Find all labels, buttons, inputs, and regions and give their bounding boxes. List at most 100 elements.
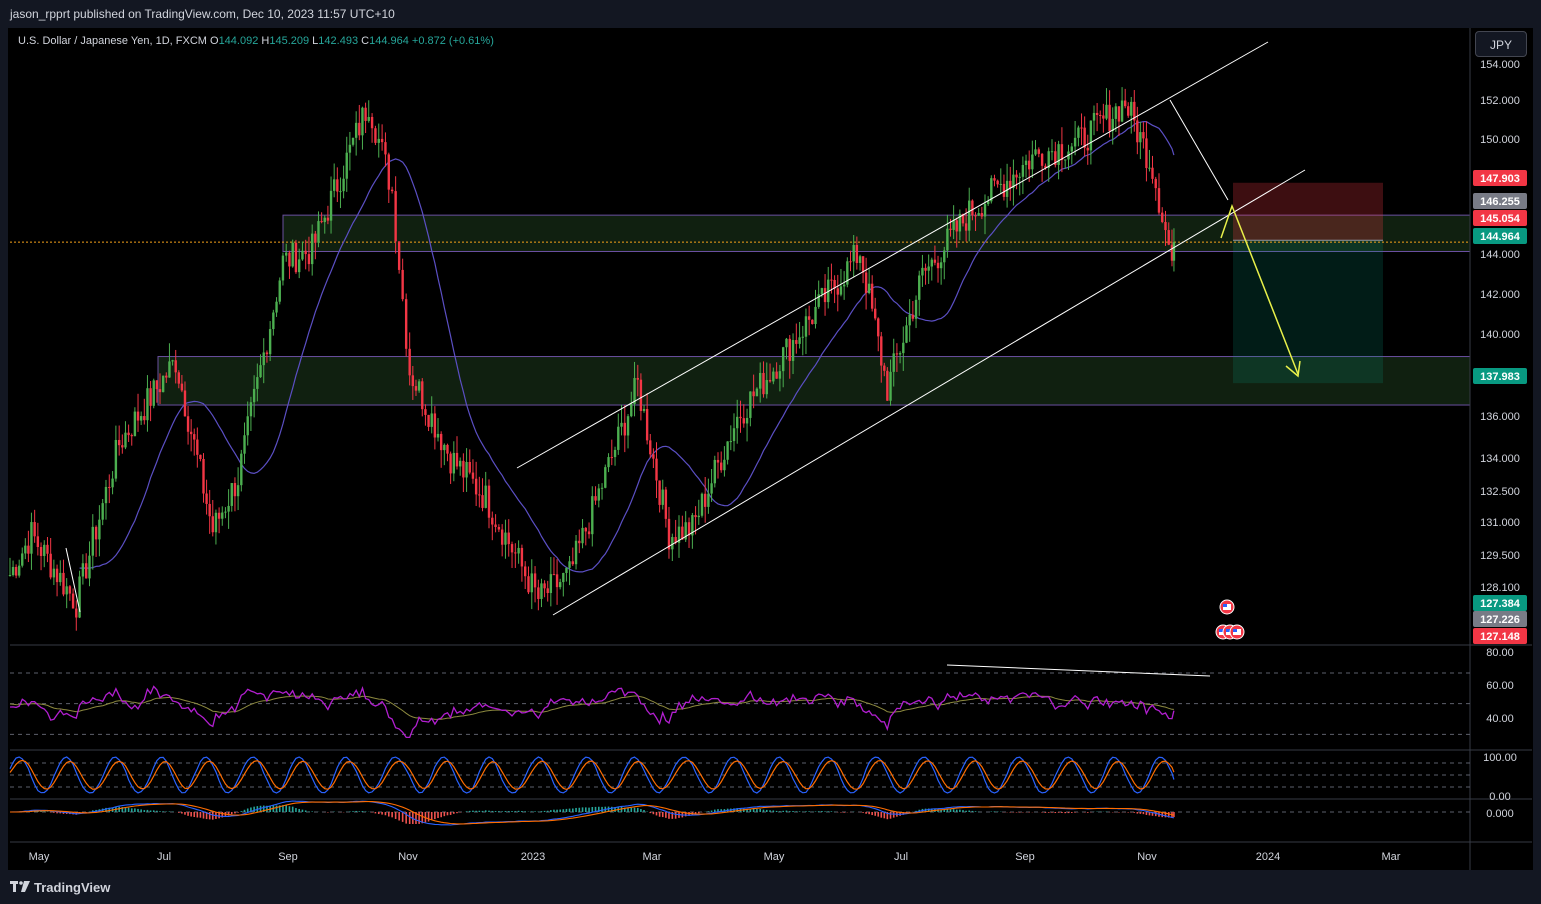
- candle-body: [404, 299, 408, 349]
- candle-body: [581, 527, 584, 544]
- price-label-text: 127.148: [1480, 631, 1520, 643]
- candle-body: [889, 371, 892, 401]
- candle-body: [143, 416, 146, 421]
- candle-body: [736, 416, 739, 429]
- candle-body: [332, 179, 336, 191]
- candle-body: [549, 574, 553, 594]
- candle-body: [152, 380, 155, 406]
- candle-body: [171, 360, 174, 362]
- candle-body: [354, 122, 358, 138]
- candle-body: [795, 340, 798, 344]
- candle-body: [804, 316, 808, 337]
- candle-body: [155, 380, 159, 390]
- candle-body: [1172, 242, 1176, 261]
- price-labels: 147.903 146.255 145.054 144.964 137.983 127.3…: [1473, 170, 1527, 644]
- candle-body: [390, 189, 394, 192]
- chart-canvas[interactable]: May Jul Sep Nov 2023 Mar May Jul Sep Nov 2024 Mar 15…: [0, 0, 1541, 904]
- candle-body: [101, 503, 104, 520]
- candle-body: [452, 452, 456, 474]
- candle-body: [265, 352, 269, 355]
- candle-body: [946, 228, 949, 251]
- x-tick-label: May: [764, 851, 785, 863]
- candle-body: [117, 439, 121, 446]
- candle-body: [98, 519, 101, 540]
- candle-body: [1161, 212, 1164, 222]
- candle-body: [600, 487, 604, 489]
- candle-body: [642, 408, 646, 411]
- candle-body: [11, 566, 15, 576]
- candle-body: [268, 329, 272, 355]
- y-tick-label: 129.500: [1480, 550, 1520, 562]
- moving-average-line: [79, 121, 1175, 573]
- candle-body: [1070, 146, 1074, 152]
- x-tick-label: Jul: [157, 851, 171, 863]
- candle-body: [604, 467, 607, 488]
- candle-body: [301, 250, 304, 260]
- y-tick-label: 154.000: [1480, 59, 1520, 71]
- candle-body: [414, 386, 418, 391]
- candle-body: [527, 576, 530, 593]
- currency-button[interactable]: JPY: [1475, 31, 1527, 57]
- candle-body: [1050, 151, 1054, 153]
- candle-body: [1031, 154, 1034, 170]
- candle-body: [196, 439, 199, 455]
- candle-body: [530, 573, 533, 593]
- candle-body: [370, 116, 374, 129]
- candle-body: [468, 461, 471, 473]
- candle-body: [507, 532, 510, 545]
- candle-body: [980, 213, 984, 217]
- pane-tick-label: 100.00: [1483, 752, 1517, 764]
- candle-body: [537, 587, 540, 599]
- candle-body: [236, 485, 240, 497]
- candle-body: [1095, 112, 1099, 116]
- y-tick-label: 140.000: [1480, 329, 1520, 341]
- x-tick-label: Jul: [894, 851, 908, 863]
- candle-body: [778, 371, 782, 379]
- candle-body: [523, 566, 527, 577]
- candle-body: [329, 190, 333, 221]
- candle-body: [427, 414, 430, 427]
- candle-body: [710, 483, 713, 494]
- candle-body: [814, 306, 817, 325]
- candle-body: [1130, 101, 1133, 116]
- candle-body: [158, 389, 162, 393]
- candle-body: [1136, 120, 1139, 143]
- candle-body: [597, 488, 600, 501]
- candle-body: [552, 574, 556, 576]
- candle-body: [478, 494, 481, 496]
- candle-body: [33, 522, 36, 537]
- candle-body: [911, 314, 915, 319]
- candle-body: [898, 353, 902, 355]
- candle-body: [62, 572, 65, 595]
- candle-body: [1108, 104, 1111, 132]
- y-tick-label: 150.000: [1480, 134, 1520, 146]
- candle-body: [1127, 106, 1130, 116]
- ma-path: [79, 121, 1175, 573]
- candle-body: [202, 458, 205, 494]
- candle-body: [1154, 178, 1157, 189]
- candle-body: [555, 574, 559, 588]
- candle-body: [430, 413, 433, 427]
- candle-body: [217, 512, 221, 519]
- candle-body: [1086, 147, 1089, 151]
- candle-body: [895, 353, 899, 355]
- candle-body: [999, 183, 1002, 185]
- candle-body: [765, 380, 768, 395]
- y-tick-label: 142.000: [1480, 289, 1520, 301]
- candle-body: [146, 388, 149, 421]
- candle-body: [949, 228, 952, 230]
- candle-body: [320, 221, 323, 223]
- tradingview-mark-icon: [10, 880, 30, 895]
- candle-body: [36, 536, 40, 547]
- open-label: O: [210, 35, 219, 47]
- candle-body: [849, 261, 852, 263]
- candle-body: [1139, 132, 1142, 143]
- candle-body: [133, 411, 137, 437]
- price-label-text: 146.255: [1480, 196, 1520, 208]
- candle-body: [424, 409, 427, 415]
- candle-body: [39, 546, 43, 556]
- short-position-tool: [1233, 182, 1383, 384]
- candle-body: [617, 426, 620, 450]
- candle-body: [214, 512, 218, 533]
- candle-body: [417, 381, 421, 391]
